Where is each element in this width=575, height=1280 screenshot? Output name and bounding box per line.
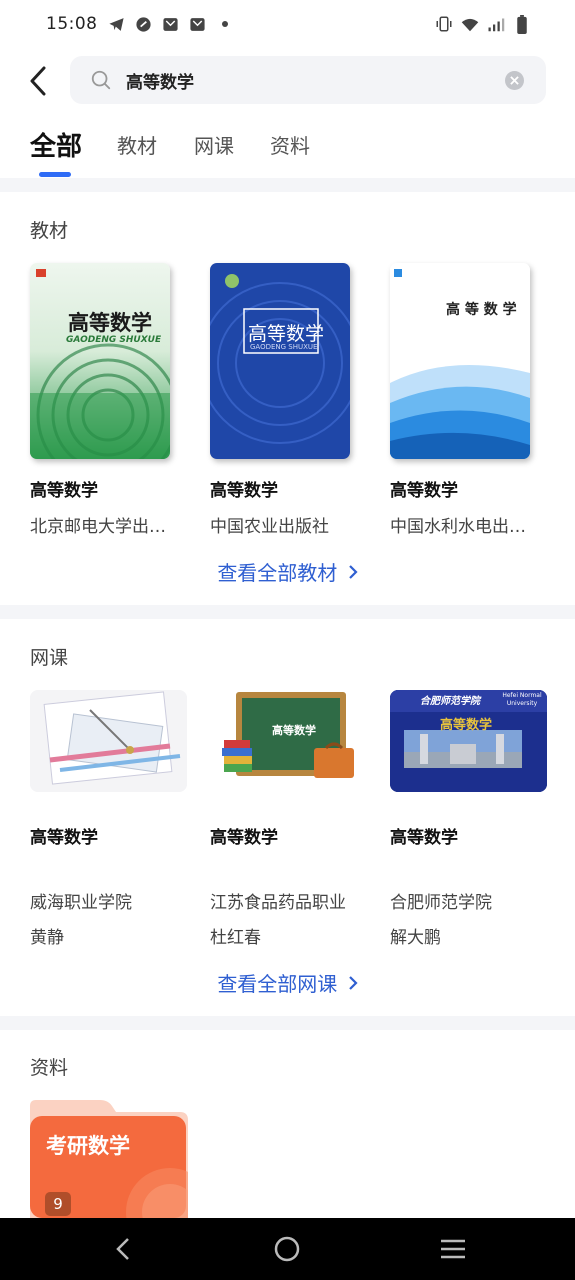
section-title-courses: 网课: [30, 647, 69, 669]
tab-indicator: [39, 172, 71, 177]
telegram-icon: [108, 15, 126, 33]
see-all-label: 查看全部教材: [217, 561, 338, 585]
status-right: [435, 14, 531, 34]
section-divider: [0, 178, 575, 192]
course-school: 江苏食品药品职业: [210, 893, 346, 913]
chevron-right-icon: [348, 561, 358, 585]
tab-courses[interactable]: 网课: [194, 130, 234, 159]
result-tabs: 全部 教材 网课 资料: [0, 120, 575, 178]
course-thumbnail[interactable]: 高等数学: [210, 690, 367, 792]
banner-title: 高等数学: [440, 718, 493, 733]
chevron-left-icon: [30, 66, 46, 96]
course-thumbnail[interactable]: [30, 690, 187, 792]
search-header: [0, 56, 575, 106]
book-title[interactable]: 高等数学: [210, 476, 278, 501]
course-title[interactable]: 高等数学: [210, 823, 278, 848]
course-teacher: 黄静: [30, 928, 64, 948]
cover-title: 高等数学: [68, 310, 152, 335]
see-all-textbooks-link[interactable]: 查看全部教材: [0, 557, 575, 586]
back-button[interactable]: [22, 64, 54, 98]
chevron-right-icon: [348, 972, 358, 996]
section-title-textbooks: 教材: [30, 220, 69, 242]
status-time: 15:08: [46, 14, 98, 34]
tab-all[interactable]: 全部: [30, 126, 82, 163]
see-all-label: 查看全部网课: [217, 972, 338, 996]
book-cover[interactable]: 高等数学 GAODENG SHUXUE: [210, 263, 350, 459]
app-icon: [135, 15, 153, 33]
book-publisher: 北京邮电大学出版社: [30, 517, 170, 537]
wifi-icon: [461, 15, 479, 33]
battery-icon: [513, 14, 531, 34]
system-nav-bar: [0, 1218, 575, 1280]
folder-count-badge: 9: [45, 1192, 71, 1216]
see-all-courses-link[interactable]: 查看全部网课: [0, 968, 575, 997]
material-folder[interactable]: 考研数学 9: [30, 1100, 214, 1256]
cover-art: [210, 274, 350, 444]
cover-art: [30, 269, 170, 459]
section-divider: [0, 605, 575, 619]
banner-school-name: 合肥师范学院: [420, 696, 480, 707]
chalkboard-text: 高等数学: [272, 724, 316, 737]
nav-home-icon: [274, 1236, 300, 1262]
search-box[interactable]: [70, 56, 546, 104]
status-bar: 15:08: [0, 0, 575, 48]
cover-title: 高等数学: [248, 323, 325, 345]
course-thumbnail[interactable]: 合肥师范学院 Hefei Normal University 高等数学: [390, 690, 547, 792]
book-publisher: 中国农业出版社: [210, 517, 329, 537]
vibrate-icon: [435, 15, 453, 33]
mail-icon: [189, 15, 207, 33]
cover-title: 高 等 数 学: [446, 302, 517, 318]
course-teacher: 解大鹏: [390, 928, 441, 948]
cover-subtitle: GAODENG SHUXUE: [250, 343, 318, 351]
book-cover[interactable]: 高等数学 GAODENG SHUXUE: [30, 263, 170, 459]
mail-icon: [162, 15, 180, 33]
drafting-tools-image: [30, 690, 187, 792]
clear-icon[interactable]: [505, 71, 524, 90]
nav-back-button[interactable]: [108, 1234, 138, 1264]
status-left: 15:08: [46, 14, 234, 34]
nav-home-button[interactable]: [272, 1234, 302, 1264]
cover-subtitle: GAODENG SHUXUE: [66, 335, 162, 345]
tab-textbooks[interactable]: 教材: [117, 130, 157, 159]
course-school: 合肥师范学院: [390, 893, 492, 913]
banner-school-english: Hefei Normal University: [502, 692, 542, 707]
more-notifications-icon: [216, 15, 234, 33]
book-title[interactable]: 高等数学: [390, 476, 458, 501]
folder-title: 考研数学: [46, 1134, 130, 1158]
search-icon: [90, 69, 112, 91]
course-school: 威海职业学院: [30, 893, 132, 913]
course-title[interactable]: 高等数学: [390, 823, 458, 848]
search-input[interactable]: [126, 56, 486, 104]
nav-menu-icon: [441, 1239, 465, 1259]
section-divider: [0, 1016, 575, 1030]
tab-materials[interactable]: 资料: [270, 130, 310, 159]
section-title-materials: 资料: [30, 1057, 69, 1079]
chalkboard-image: [210, 690, 367, 792]
course-title[interactable]: 高等数学: [30, 823, 98, 848]
course-teacher: 杜红春: [210, 928, 261, 948]
notification-icons: [108, 15, 234, 33]
signal-icon: [487, 15, 505, 33]
book-publisher: 中国水利水电出版社: [390, 517, 530, 537]
nav-recents-button[interactable]: [438, 1234, 468, 1264]
book-title[interactable]: 高等数学: [30, 476, 98, 501]
cover-art: [390, 263, 530, 459]
nav-back-icon: [116, 1238, 129, 1260]
book-cover[interactable]: 高 等 数 学: [390, 263, 530, 459]
